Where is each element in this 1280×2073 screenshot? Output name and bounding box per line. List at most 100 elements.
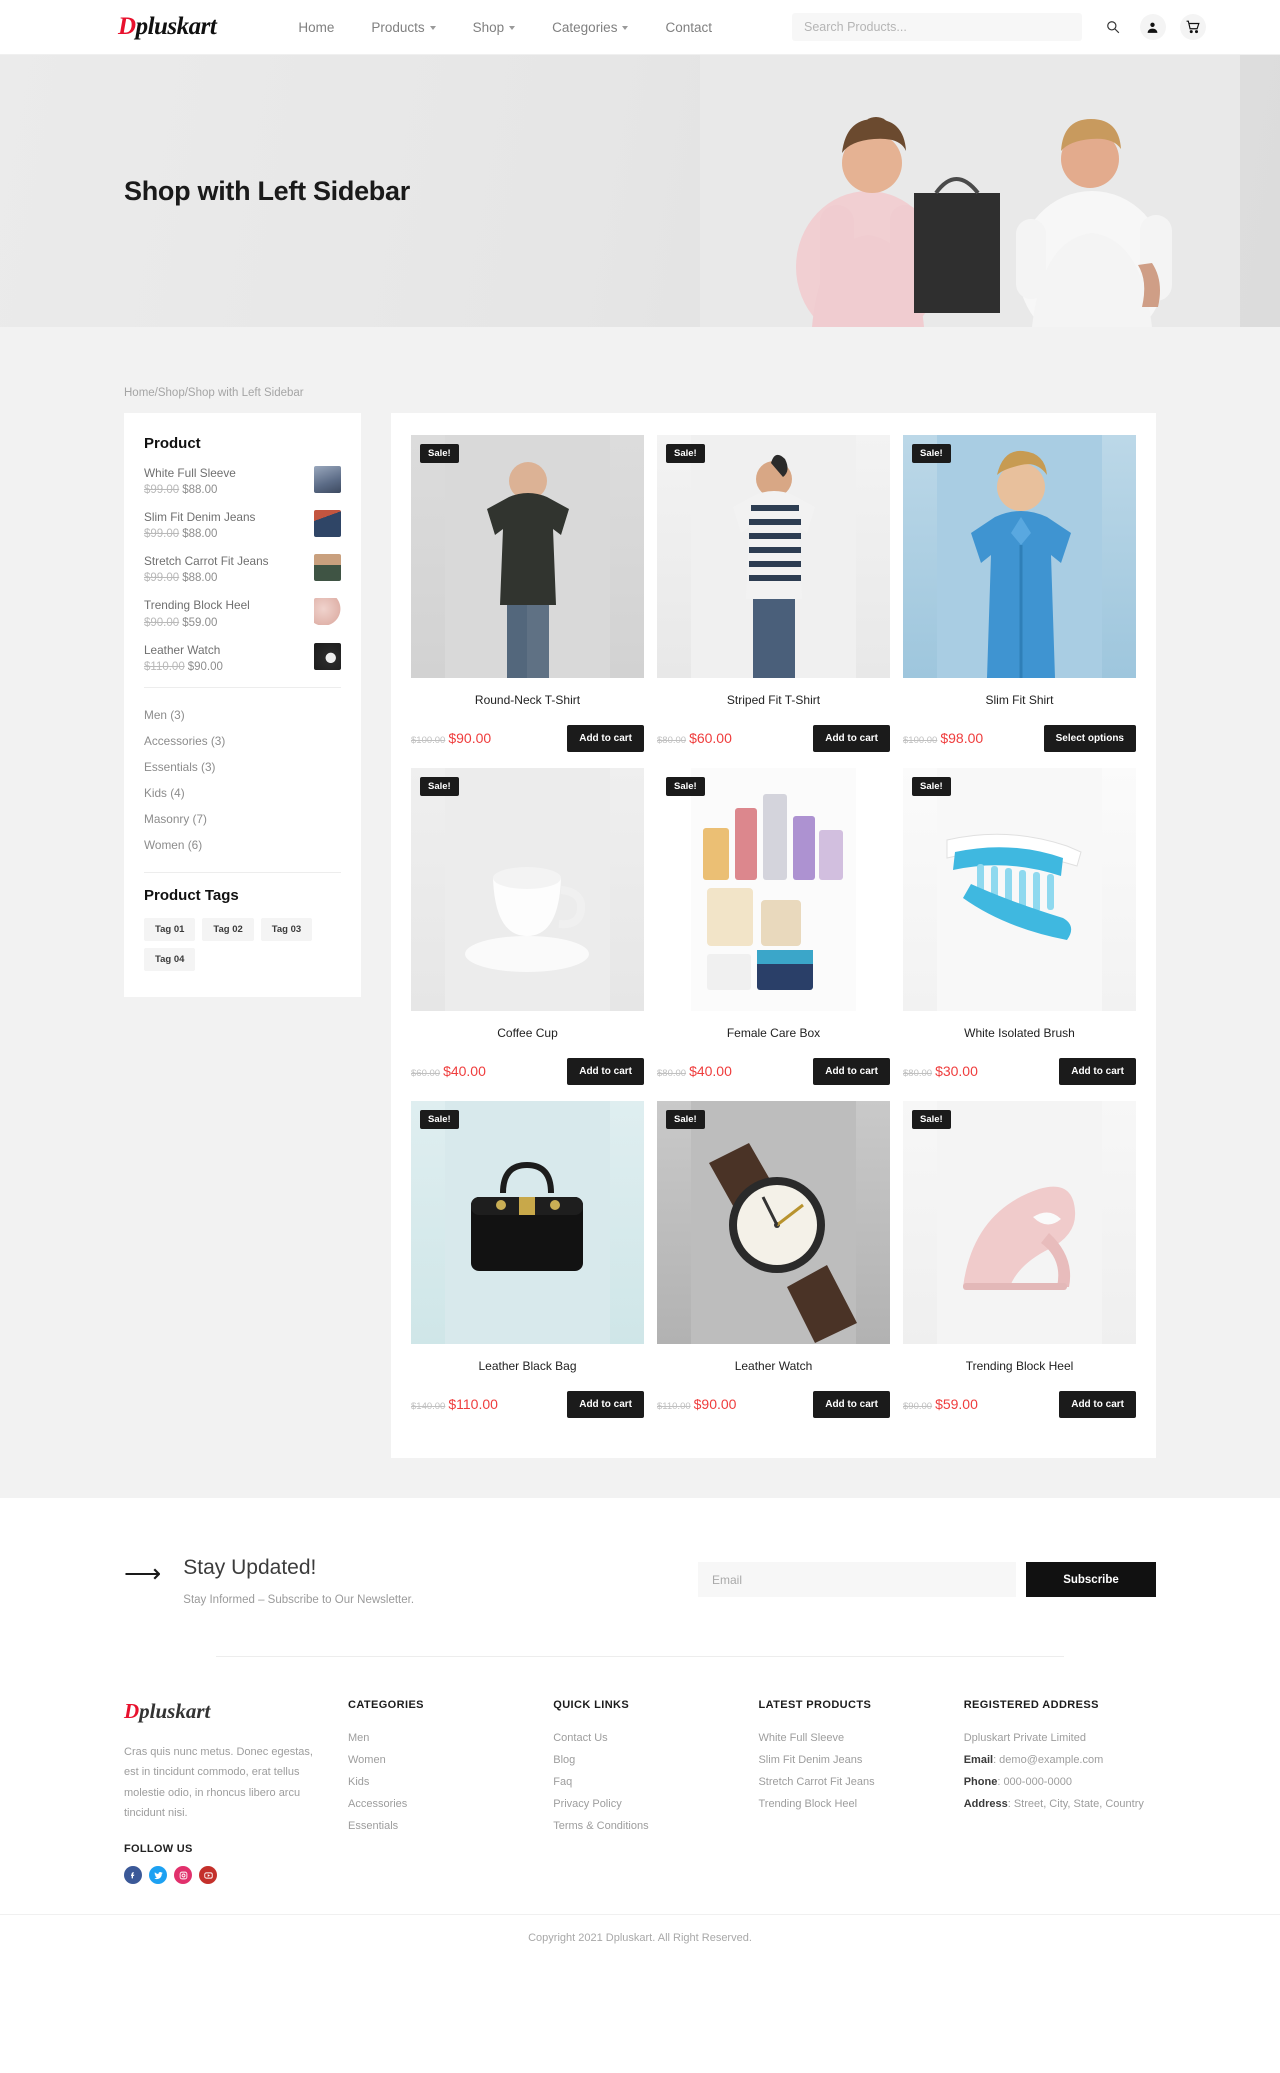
- product-card[interactable]: Sale! Leather Black Bag $140.00 $110.00 …: [411, 1101, 644, 1418]
- nav-item-categories[interactable]: Categories: [552, 20, 629, 35]
- product-image[interactable]: Sale!: [411, 1101, 644, 1344]
- site-logo[interactable]: Dpluskart: [118, 13, 217, 41]
- product-title: Coffee Cup: [497, 1026, 558, 1040]
- product-image[interactable]: Sale!: [657, 768, 890, 1011]
- sidebar-product-item[interactable]: Stretch Carrot Fit Jeans $99.00 $88.00: [144, 554, 341, 584]
- search-icon[interactable]: [1100, 14, 1126, 40]
- product-card[interactable]: Sale!: [657, 435, 890, 752]
- youtube-icon[interactable]: [199, 1866, 217, 1885]
- sidebar-product-item[interactable]: White Full Sleeve $99.00 $88.00: [144, 466, 341, 496]
- add-to-cart-button[interactable]: Add to cart: [813, 1058, 890, 1085]
- footer-brand-column: Dpluskart Cras quis nunc metus. Donec eg…: [124, 1699, 320, 1885]
- product-card[interactable]: Sale! Leather Watch $110.00 $90.00 Add t…: [657, 1101, 890, 1418]
- footer-link-women[interactable]: Women: [348, 1749, 525, 1771]
- nav-item-contact[interactable]: Contact: [665, 20, 712, 35]
- old-price: $80.00: [903, 1067, 933, 1079]
- cart-icon[interactable]: [1179, 14, 1206, 40]
- product-image[interactable]: Sale!: [411, 435, 644, 678]
- subscribe-button[interactable]: Subscribe: [1026, 1562, 1156, 1597]
- footer-link-terms[interactable]: Terms & Conditions: [553, 1815, 730, 1837]
- sale-badge: Sale!: [420, 444, 459, 463]
- select-options-button[interactable]: Select options: [1043, 725, 1136, 752]
- product-card[interactable]: Sale! Round-Neck T-Shirt $100.00$90.00: [411, 435, 644, 752]
- sidebar-category-essentials[interactable]: Essentials (3): [144, 754, 341, 780]
- sidebar-new-price: $90.00: [187, 660, 223, 673]
- tag-04[interactable]: Tag 04: [144, 947, 196, 971]
- product-price: $100.00 $90.00: [411, 730, 491, 748]
- sidebar-product-item[interactable]: Leather Watch $110.00 $90.00: [144, 642, 341, 673]
- product-photo-heel: [937, 1101, 1102, 1344]
- instagram-icon[interactable]: [174, 1866, 192, 1885]
- product-image[interactable]: Sale!: [657, 1101, 890, 1344]
- product-price: $80.00 $60.00: [657, 730, 732, 748]
- sidebar-product-item[interactable]: Trending Block Heel $90.00 $59.00: [144, 598, 341, 629]
- product-image[interactable]: Sale!: [411, 768, 644, 1011]
- product-card[interactable]: Sale! Coffee Cup $60.00 $40.00 Add to ca…: [411, 768, 644, 1085]
- nav-item-shop[interactable]: Shop: [473, 20, 516, 35]
- sidebar-product-thumbnail: [314, 466, 341, 493]
- new-price: $98.00: [940, 729, 984, 746]
- add-to-cart-button[interactable]: Add to cart: [1059, 1391, 1136, 1418]
- product-image[interactable]: Sale!: [903, 768, 1136, 1011]
- add-to-cart-button[interactable]: Add to cart: [813, 1391, 890, 1418]
- sidebar-category-masonry[interactable]: Masonry (7): [144, 806, 341, 832]
- tag-01[interactable]: Tag 01: [144, 917, 196, 941]
- product-image[interactable]: Sale!: [903, 1101, 1136, 1344]
- newsletter-section: ⟶ Stay Updated! Stay Informed – Subscrib…: [0, 1498, 1280, 1657]
- sidebar-category-men[interactable]: Men (3): [144, 702, 341, 728]
- add-to-cart-button[interactable]: Add to cart: [567, 1058, 644, 1085]
- product-card[interactable]: Sale! Slim Fit Shirt $100.00 $98.00 Sele…: [903, 435, 1136, 752]
- sidebar-new-price: $88.00: [182, 484, 218, 497]
- new-price: $90.00: [448, 729, 492, 746]
- newsletter-subtitle: Stay Informed – Subscribe to Our Newslet…: [183, 1594, 415, 1606]
- breadcrumb[interactable]: Home/Shop/Shop with Left Sidebar: [124, 327, 1156, 413]
- facebook-icon[interactable]: [124, 1866, 142, 1885]
- footer-link-contact-us[interactable]: Contact Us: [553, 1727, 730, 1749]
- footer-link-faq[interactable]: Faq: [553, 1771, 730, 1793]
- footer-link-accessories[interactable]: Accessories: [348, 1793, 525, 1815]
- sidebar-category-accessories[interactable]: Accessories (3): [144, 728, 341, 754]
- old-price: $80.00: [657, 734, 687, 746]
- product-card[interactable]: Sale! Trending Block Heel $90.00$59.00: [903, 1101, 1136, 1418]
- footer-product-stretch-carrot-fit-jeans[interactable]: Stretch Carrot Fit Jeans: [758, 1771, 935, 1793]
- search-input[interactable]: [803, 20, 1070, 34]
- tag-03[interactable]: Tag 03: [260, 917, 313, 941]
- product-image[interactable]: Sale!: [657, 435, 890, 678]
- add-to-cart-button[interactable]: Add to cart: [567, 1391, 644, 1418]
- nav-item-home[interactable]: Home: [298, 20, 334, 35]
- site-header: Dpluskart Home Products Shop Categories …: [0, 0, 1280, 55]
- search-box[interactable]: [791, 13, 1082, 41]
- product-card[interactable]: Sale! White Isolated Brush $80.00 $30.00…: [903, 768, 1136, 1085]
- footer-link-essentials[interactable]: Essentials: [348, 1815, 525, 1837]
- footer-link-privacy-policy[interactable]: Privacy Policy: [553, 1793, 730, 1815]
- footer-email-value: : demo@example.com: [993, 1754, 1104, 1766]
- footer-product-trending-block-heel[interactable]: Trending Block Heel: [758, 1793, 935, 1815]
- sidebar-category-kids[interactable]: Kids (4): [144, 780, 341, 806]
- add-to-cart-button[interactable]: Add to cart: [813, 725, 890, 752]
- footer-address-label: Address: [963, 1798, 1008, 1810]
- sidebar-divider: [144, 686, 341, 688]
- product-price: $140.00 $110.00: [411, 1396, 498, 1414]
- footer-logo[interactable]: Dpluskart: [124, 1699, 320, 1724]
- tag-02[interactable]: Tag 02: [202, 917, 254, 941]
- footer-link-blog[interactable]: Blog: [553, 1749, 730, 1771]
- footer-link-kids[interactable]: Kids: [348, 1771, 525, 1793]
- sidebar-product-item[interactable]: Slim Fit Denim Jeans $99.00 $88.00: [144, 510, 341, 540]
- add-to-cart-button[interactable]: Add to cart: [1059, 1058, 1136, 1085]
- sidebar-product-thumbnail: [314, 510, 341, 538]
- footer-link-men[interactable]: Men: [348, 1727, 525, 1749]
- footer-product-white-full-sleeve[interactable]: White Full Sleeve: [758, 1727, 935, 1749]
- old-price: $140.00: [411, 1400, 446, 1412]
- product-image[interactable]: Sale!: [903, 435, 1136, 678]
- twitter-icon[interactable]: [149, 1866, 167, 1885]
- footer-product-slim-fit-denim-jeans[interactable]: Slim Fit Denim Jeans: [758, 1749, 935, 1771]
- footer-address-column: REGISTERED ADDRESS Dpluskart Private Lim…: [964, 1699, 1156, 1884]
- add-to-cart-button[interactable]: Add to cart: [567, 725, 644, 752]
- footer-address-heading: REGISTERED ADDRESS: [963, 1699, 1099, 1711]
- product-card[interactable]: Sale!: [657, 768, 890, 1085]
- sidebar-category-women[interactable]: Women (6): [144, 832, 341, 858]
- footer-phone-value: : 000-000-0000: [997, 1776, 1072, 1788]
- newsletter-email-input[interactable]: [698, 1562, 1016, 1597]
- nav-item-products[interactable]: Products: [371, 20, 436, 35]
- account-icon[interactable]: [1139, 14, 1166, 40]
